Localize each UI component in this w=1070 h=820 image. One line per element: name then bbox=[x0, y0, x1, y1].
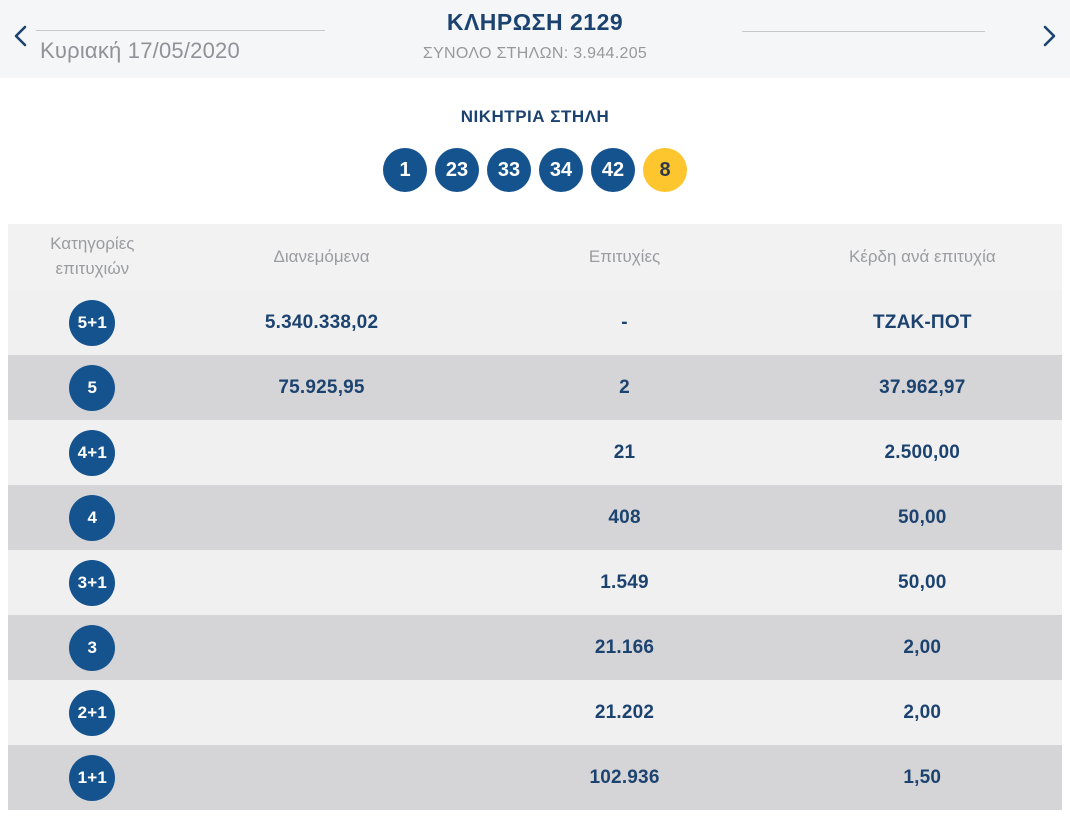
table-row: 5+1 5.340.338,02 - ΤΖΑΚ-ΠΟΤ bbox=[8, 290, 1062, 355]
distributed-cell: 75.925,95 bbox=[177, 377, 467, 399]
prize-cell: 2,00 bbox=[783, 702, 1062, 724]
winners-cell: 102.936 bbox=[466, 767, 782, 789]
bonus-number-ball: 8 bbox=[643, 148, 687, 192]
chevron-right-icon bbox=[1038, 38, 1060, 53]
total-columns-value: 3.944.205 bbox=[573, 45, 647, 62]
column-header-categories: Κατηγορίες επιτυχιών bbox=[8, 232, 177, 281]
draw-title-block: ΚΛΗΡΩΣΗ 2129 ΣΥΝΟΛΟ ΣΤΗΛΩΝ: 3.944.205 bbox=[0, 9, 1070, 63]
column-header-prize: Κέρδη ανά επιτυχία bbox=[783, 247, 1062, 267]
winning-number-ball: 34 bbox=[539, 148, 583, 192]
winners-cell: 2 bbox=[466, 377, 782, 399]
winners-cell: - bbox=[466, 312, 782, 334]
category-badge: 4 bbox=[69, 495, 115, 541]
prize-cell: 2,00 bbox=[783, 637, 1062, 659]
winners-cell: 21 bbox=[466, 442, 782, 464]
prize-cell: 2.500,00 bbox=[783, 442, 1062, 464]
prize-categories-table: Κατηγορίες επιτυχιών Διανεμόμενα Επιτυχί… bbox=[8, 224, 1062, 810]
table-row: 4 408 50,00 bbox=[8, 485, 1062, 550]
winning-column-title: ΝΙΚΗΤΡΙΑ ΣΤΗΛΗ bbox=[0, 107, 1070, 127]
table-row: 3+1 1.549 50,00 bbox=[8, 550, 1062, 615]
category-badge: 4+1 bbox=[69, 430, 115, 476]
winning-number-ball: 42 bbox=[591, 148, 635, 192]
winners-cell: 408 bbox=[466, 507, 782, 529]
winners-cell: 21.166 bbox=[466, 637, 782, 659]
prize-cell: 50,00 bbox=[783, 572, 1062, 594]
table-row: 5 75.925,95 2 37.962,97 bbox=[8, 355, 1062, 420]
winning-number-ball: 1 bbox=[383, 148, 427, 192]
prize-cell: 37.962,97 bbox=[783, 377, 1062, 399]
category-badge: 5 bbox=[69, 365, 115, 411]
distributed-cell: 5.340.338,02 bbox=[177, 312, 467, 334]
table-row: 2+1 21.202 2,00 bbox=[8, 680, 1062, 745]
total-columns-label: ΣΥΝΟΛΟ ΣΤΗΛΩΝ: bbox=[423, 45, 569, 62]
winning-numbers-row: 1 23 33 34 42 8 bbox=[0, 148, 1070, 192]
prize-cell: 50,00 bbox=[783, 507, 1062, 529]
table-row: 1+1 102.936 1,50 bbox=[8, 745, 1062, 810]
winners-cell: 1.549 bbox=[466, 572, 782, 594]
category-badge: 3+1 bbox=[69, 560, 115, 606]
column-header-distributed: Διανεμόμενα bbox=[177, 247, 467, 267]
draw-navigation-header: Κυριακή 17/05/2020 ΚΛΗΡΩΣΗ 2129 ΣΥΝΟΛΟ Σ… bbox=[0, 0, 1070, 78]
prize-cell: 1,50 bbox=[783, 767, 1062, 789]
category-badge: 3 bbox=[69, 625, 115, 671]
winning-number-ball: 23 bbox=[435, 148, 479, 192]
category-badge: 5+1 bbox=[69, 300, 115, 346]
winning-number-ball: 33 bbox=[487, 148, 531, 192]
table-header-row: Κατηγορίες επιτυχιών Διανεμόμενα Επιτυχί… bbox=[8, 224, 1062, 290]
prize-cell: ΤΖΑΚ-ΠΟΤ bbox=[783, 312, 1062, 334]
table-row: 3 21.166 2,00 bbox=[8, 615, 1062, 680]
winning-column-section: ΝΙΚΗΤΡΙΑ ΣΤΗΛΗ 1 23 33 34 42 8 bbox=[0, 107, 1070, 192]
category-badge: 1+1 bbox=[69, 755, 115, 801]
column-header-winners: Επιτυχίες bbox=[466, 247, 782, 267]
next-draw-date-block bbox=[742, 31, 985, 32]
total-columns: ΣΥΝΟΛΟ ΣΤΗΛΩΝ: 3.944.205 bbox=[0, 45, 1070, 63]
winners-cell: 21.202 bbox=[466, 702, 782, 724]
next-draw-button[interactable] bbox=[1036, 20, 1062, 52]
category-badge: 2+1 bbox=[69, 690, 115, 736]
table-row: 4+1 21 2.500,00 bbox=[8, 420, 1062, 485]
